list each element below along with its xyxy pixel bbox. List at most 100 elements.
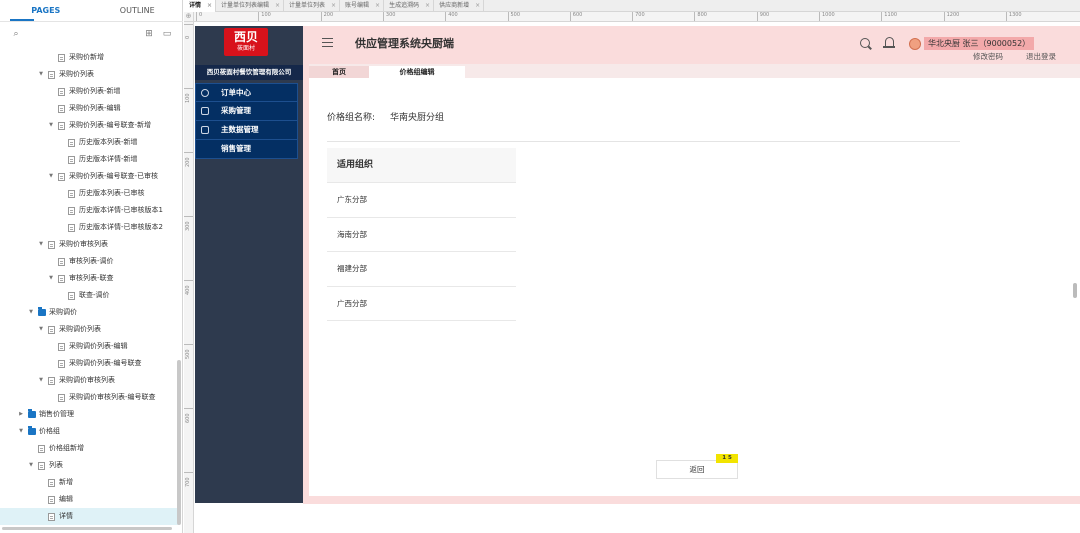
tab-home[interactable]: 首页 — [309, 66, 369, 78]
change-password-link[interactable]: 修改密码 — [973, 51, 1003, 62]
collapse-arrow-icon[interactable]: ▼ — [38, 372, 44, 389]
menu-item[interactable]: 订单中心 — [195, 83, 298, 102]
file-tab[interactable]: 详情 × — [184, 0, 217, 12]
close-icon[interactable]: × — [207, 0, 212, 12]
tree-item[interactable]: ▼ 采购调价审核列表 — [0, 372, 178, 389]
tree-item[interactable]: 价格组新增 — [0, 440, 178, 457]
page-icon — [58, 258, 65, 266]
ruler-tick: 800 — [694, 12, 707, 21]
tree-item-label: 列表 — [49, 461, 63, 469]
tree-item[interactable]: 采购价列表-新增 — [0, 83, 178, 100]
tree-item[interactable]: 采购价列表-编辑 — [0, 100, 178, 117]
page-icon — [48, 479, 55, 487]
menu-toggle-icon[interactable] — [322, 38, 333, 47]
tree-item[interactable]: ▼ 采购调价列表 — [0, 321, 178, 338]
close-icon[interactable]: × — [331, 0, 336, 12]
tree-item[interactable]: ▼ 采购价列表-编号联查-新增 — [0, 117, 178, 134]
tree-item[interactable]: 审核列表-调价 — [0, 253, 178, 270]
collapse-arrow-icon[interactable]: ▼ — [48, 117, 54, 134]
tree-item[interactable]: 历史版本详情-新增 — [0, 151, 178, 168]
ruler-tick-label: 300 — [185, 221, 191, 231]
collapse-arrow-icon[interactable]: ▼ — [48, 270, 54, 287]
menu-item[interactable]: 销售管理 — [195, 140, 298, 159]
tree-item-label: 历史版本详情-新增 — [79, 155, 138, 163]
tree-item[interactable]: 历史版本列表-新增 — [0, 134, 178, 151]
collapse-arrow-icon[interactable]: ▼ — [28, 457, 34, 474]
tab-outline[interactable]: OUTLINE — [92, 0, 184, 21]
close-icon[interactable]: × — [475, 0, 480, 12]
file-tab[interactable]: 供应商新增 × — [434, 0, 485, 12]
org-table-header: 适用组织 — [327, 148, 516, 183]
page-icon — [38, 445, 45, 453]
tree-item[interactable]: 历史版本详情-已审核版本2 — [0, 219, 178, 236]
tree-item[interactable]: 联查-调价 — [0, 287, 178, 304]
expand-arrow-icon[interactable]: ▶ — [18, 406, 24, 423]
file-tab[interactable]: 账号编辑 × — [340, 0, 385, 12]
tree-item[interactable]: 历史版本详情-已审核版本1 — [0, 202, 178, 219]
ruler-origin-icon[interactable]: ⊕ — [184, 12, 194, 22]
ruler-tick: 200 — [320, 12, 333, 21]
tree-item[interactable]: 编辑 — [0, 491, 178, 508]
menu-item[interactable]: 采购管理 — [195, 102, 298, 121]
logo-text: 西贝 — [233, 30, 258, 44]
ruler-tick: 900 — [756, 12, 769, 21]
tree-item[interactable]: ▼ 采购调价 — [0, 304, 178, 321]
bell-icon[interactable] — [883, 37, 895, 48]
collapse-arrow-icon[interactable]: ▼ — [38, 321, 44, 338]
file-tab[interactable]: 计量单位列表 × — [284, 0, 341, 12]
ruler-tick: 1100 — [881, 12, 897, 21]
tree-item[interactable]: ▼ 审核列表-联查 — [0, 270, 178, 287]
tree-item[interactable]: 历史版本列表-已审核 — [0, 185, 178, 202]
page-icon — [58, 122, 65, 130]
add-page-icon[interactable]: ⊞ — [143, 28, 155, 40]
tree-item[interactable]: 采购调价列表-编号联查 — [0, 355, 178, 372]
file-tab[interactable]: 生成追溯码 × — [384, 0, 435, 12]
page-icon — [68, 156, 75, 164]
tree-item[interactable]: 采购调价列表-编辑 — [0, 338, 178, 355]
ruler-tick-label: 500 — [185, 349, 191, 359]
collapse-arrow-icon[interactable]: ▼ — [48, 168, 54, 185]
tree-item-label: 历史版本列表-已审核 — [79, 189, 145, 197]
tree-item[interactable]: 详情 — [0, 508, 178, 525]
tree-scrollbar[interactable] — [177, 360, 181, 525]
tree-item[interactable]: ▼ 采购价审核列表 — [0, 236, 178, 253]
logout-link[interactable]: 退出登录 — [1026, 51, 1056, 62]
price-group-name-value: 华南央厨分组 — [390, 113, 445, 123]
tree-item-label: 编辑 — [59, 495, 73, 503]
close-icon[interactable]: × — [275, 0, 280, 12]
tree-item[interactable]: ▼ 采购价列表-编号联查-已审核 — [0, 168, 178, 185]
panel-toolbar: ⌕ ⊞ ▭ — [0, 24, 183, 44]
tree-item[interactable]: 采购调价审核列表-编号联查 — [0, 389, 178, 406]
tree-item-label: 详情 — [59, 512, 73, 520]
menu-item[interactable]: 主数据管理 — [195, 121, 298, 140]
close-icon[interactable]: × — [375, 0, 380, 12]
collapse-arrow-icon[interactable]: ▼ — [38, 236, 44, 253]
search-icon[interactable] — [860, 38, 870, 48]
tree-item[interactable]: ▼ 采购价列表 — [0, 66, 178, 83]
tree-item[interactable]: ▼ 价格组 — [0, 423, 178, 440]
tab-pages[interactable]: PAGES — [0, 0, 92, 21]
annotation-badge[interactable]: 1 5 — [716, 454, 738, 463]
ruler-tick: 0 — [184, 24, 193, 39]
tree-item[interactable]: ▶ 销售价管理 — [0, 406, 178, 423]
tree-item[interactable]: 新增 — [0, 474, 178, 491]
search-icon[interactable]: ⌕ — [10, 28, 22, 40]
menu-item-label: 订单中心 — [221, 88, 251, 97]
tree-item[interactable]: 采购价新增 — [0, 49, 178, 66]
app-title: 供应管理系统央厨端 — [355, 37, 454, 50]
collapse-arrow-icon[interactable]: ▼ — [18, 423, 24, 440]
pages-panel: PAGES OUTLINE ⌕ ⊞ ▭ 采购价新增 ▼ 采购价列表 采购价列表-新增采… — [0, 0, 183, 533]
canvas-scrollbar[interactable] — [1073, 283, 1077, 298]
avatar[interactable] — [909, 38, 921, 50]
close-icon[interactable]: × — [425, 0, 430, 12]
tree-horizontal-scrollbar[interactable] — [2, 527, 172, 530]
add-folder-icon[interactable]: ▭ — [161, 28, 173, 40]
collapse-arrow-icon[interactable]: ▼ — [38, 66, 44, 83]
tree-item[interactable]: ▼ 列表 — [0, 457, 178, 474]
file-tab-label: 计量单位列表 — [289, 2, 326, 9]
collapse-arrow-icon[interactable]: ▼ — [28, 304, 34, 321]
tab-price-group-edit[interactable]: 价格组编辑 — [369, 66, 465, 78]
file-tab[interactable]: 计量单位列表编辑 × — [216, 0, 285, 12]
user-name[interactable]: 华北央厨 张三（9000052） — [924, 37, 1035, 50]
tree-item-label: 新增 — [59, 478, 73, 486]
